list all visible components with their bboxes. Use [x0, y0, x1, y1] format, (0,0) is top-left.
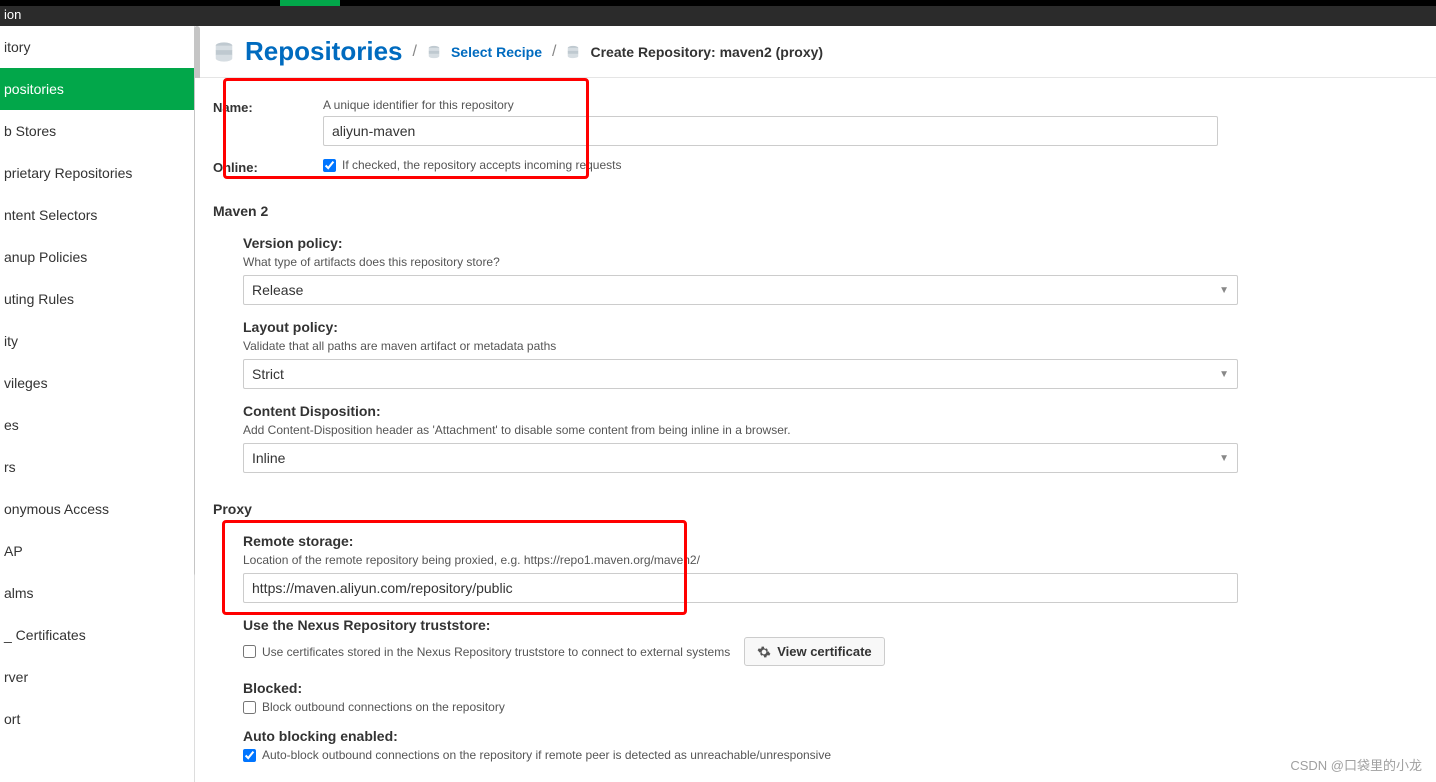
chevron-down-icon: ▼: [1219, 369, 1229, 380]
chevron-down-icon: ▼: [1219, 285, 1229, 296]
blocked-cb-label: Block outbound connections on the reposi…: [262, 700, 505, 714]
content-disposition-select[interactable]: Inline ▼: [243, 443, 1238, 473]
layout-policy-value: Strict: [252, 366, 284, 382]
breadcrumb: Repositories / Select Recipe / Create Re…: [195, 26, 1436, 78]
version-policy-select[interactable]: Release ▼: [243, 275, 1238, 305]
watermark: CSDN @口袋里的小龙: [1290, 755, 1422, 774]
auto-block-checkbox[interactable]: [243, 749, 256, 762]
name-label: Name:: [213, 98, 323, 115]
chevron-down-icon: ▼: [1219, 453, 1229, 464]
breadcrumb-current: Create Repository: maven2 (proxy): [590, 44, 823, 60]
sidebar-item-realms[interactable]: alms: [0, 572, 194, 614]
sidebar-item-routing-rules[interactable]: uting Rules: [0, 278, 194, 320]
sidebar-nav: itory positories b Stores prietary Repos…: [0, 26, 195, 782]
database-icon: [427, 45, 441, 59]
sidebar-item-roles[interactable]: es: [0, 404, 194, 446]
gear-icon: [757, 645, 771, 659]
view-certificate-label: View certificate: [777, 644, 871, 659]
remote-storage-label: Remote storage:: [243, 533, 1418, 549]
database-icon: [566, 45, 580, 59]
truststore-label: Use the Nexus Repository truststore:: [243, 617, 1418, 633]
database-icon: [213, 41, 235, 63]
remote-storage-help: Location of the remote repository being …: [243, 553, 1418, 567]
auto-block-cb-label: Auto-block outbound connections on the r…: [262, 748, 831, 762]
auto-block-label: Auto blocking enabled:: [243, 728, 1418, 744]
sidebar-item-content-selectors[interactable]: ntent Selectors: [0, 194, 194, 236]
sidebar-item-repository[interactable]: itory: [0, 26, 194, 68]
top-accent-bar: [0, 0, 1436, 6]
admin-header: ion: [0, 6, 1436, 26]
layout-policy-label: Layout policy:: [243, 319, 1418, 335]
name-help: A unique identifier for this repository: [323, 98, 1418, 112]
sidebar-item-ssl-certificates[interactable]: _ Certificates: [0, 614, 194, 656]
sidebar-item-cleanup-policies[interactable]: anup Policies: [0, 236, 194, 278]
sidebar-item-security[interactable]: ity: [0, 320, 194, 362]
online-label: Online:: [213, 158, 323, 175]
proxy-section-header: Proxy: [213, 501, 1418, 517]
breadcrumb-select-recipe[interactable]: Select Recipe: [451, 44, 542, 60]
name-input[interactable]: [323, 116, 1218, 146]
version-policy-value: Release: [252, 282, 303, 298]
content-disposition-value: Inline: [252, 450, 285, 466]
sidebar-item-proprietary-repositories[interactable]: prietary Repositories: [0, 152, 194, 194]
sidebar-item-server[interactable]: rver: [0, 656, 194, 698]
online-checkbox[interactable]: [323, 159, 336, 172]
layout-policy-select[interactable]: Strict ▼: [243, 359, 1238, 389]
sidebar-item-repositories[interactable]: positories: [0, 68, 194, 110]
header-section-label: ion: [0, 7, 29, 26]
online-help: If checked, the repository accepts incom…: [342, 158, 621, 172]
breadcrumb-title[interactable]: Repositories: [245, 36, 403, 67]
truststore-checkbox[interactable]: [243, 645, 256, 658]
sidebar-item-support[interactable]: ort: [0, 698, 194, 740]
sidebar-item-privileges[interactable]: vileges: [0, 362, 194, 404]
view-certificate-button[interactable]: View certificate: [744, 637, 884, 666]
layout-policy-help: Validate that all paths are maven artifa…: [243, 339, 1418, 353]
form-content: Name: A unique identifier for this repos…: [195, 78, 1436, 782]
truststore-cb-label: Use certificates stored in the Nexus Rep…: [262, 645, 730, 659]
content-disposition-label: Content Disposition:: [243, 403, 1418, 419]
blocked-checkbox[interactable]: [243, 701, 256, 714]
sidebar-item-users[interactable]: rs: [0, 446, 194, 488]
sidebar-item-anonymous-access[interactable]: onymous Access: [0, 488, 194, 530]
breadcrumb-separator: /: [413, 43, 417, 61]
blocked-label: Blocked:: [243, 680, 1418, 696]
sidebar-item-ldap[interactable]: AP: [0, 530, 194, 572]
version-policy-help: What type of artifacts does this reposit…: [243, 255, 1418, 269]
breadcrumb-separator: /: [552, 43, 556, 61]
main-panel: Repositories / Select Recipe / Create Re…: [195, 26, 1436, 782]
content-disposition-help: Add Content-Disposition header as 'Attac…: [243, 423, 1418, 437]
version-policy-label: Version policy:: [243, 235, 1418, 251]
remote-storage-input[interactable]: [243, 573, 1238, 603]
sidebar-item-blob-stores[interactable]: b Stores: [0, 110, 194, 152]
maven2-section-header: Maven 2: [213, 203, 1418, 219]
